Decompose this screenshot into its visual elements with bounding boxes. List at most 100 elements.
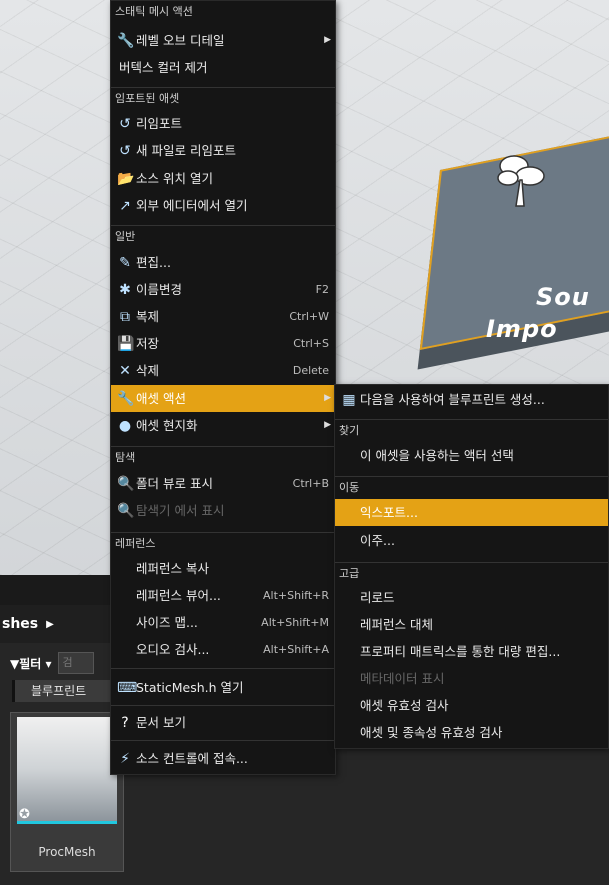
menu-item-source-control[interactable]: ⚡ 소스 컨트롤에 접속... <box>111 745 335 772</box>
menu-item-show-in-explorer[interactable]: 🔍 탐색기 에서 표시 <box>111 497 335 524</box>
shortcut-label: Delete <box>292 364 329 377</box>
menu-item-label: 편집... <box>136 255 171 270</box>
menu-divider <box>111 740 335 741</box>
shortcut-label: Alt+Shift+R <box>263 589 329 602</box>
plane-text-line2: Impo <box>486 315 558 343</box>
breadcrumb-folder[interactable]: shes <box>2 616 38 632</box>
filter-button[interactable]: ▼필터 ▾ <box>10 655 52 672</box>
menu-item-label: 버텍스 컬러 제거 <box>119 60 208 75</box>
menu-item-label: 익스포트... <box>360 505 418 520</box>
menu-item-audit[interactable]: 오디오 검사... Alt+Shift+A <box>111 636 335 663</box>
section-header-explore: 탐색 <box>111 446 335 469</box>
menu-item-edit[interactable]: ✎ 편집... <box>111 249 335 276</box>
menu-item-remove-vertex-colors[interactable]: 버텍스 컬러 제거 <box>111 54 335 81</box>
star-badge-icon: ✪ <box>19 807 30 822</box>
menu-item-asset-actions[interactable]: 🔧 애셋 액션 ▶ <box>111 385 335 412</box>
menu-item-label: 탐색기 에서 표시 <box>136 503 225 518</box>
section-header-advanced: 고급 <box>335 562 608 585</box>
wrench-icon: 🔧 <box>117 33 135 49</box>
filter-label: 필터 <box>19 656 42 671</box>
submenu-arrow-icon: ▶ <box>324 420 331 430</box>
menu-item-label: 프로퍼티 매트릭스를 통한 대량 편집... <box>360 644 561 659</box>
shortcut-label: Ctrl+S <box>293 337 329 350</box>
delete-icon: ✕ <box>119 363 131 379</box>
menu-item-select-actors-using[interactable]: 이 애셋을 사용하는 액터 선택 <box>335 442 608 469</box>
blueprint-icon: ▦ <box>342 392 356 408</box>
shortcut-label: Ctrl+W <box>289 310 329 323</box>
asset-thumbnail <box>17 717 117 824</box>
tree-actor-icon[interactable] <box>494 150 548 216</box>
menu-item-duplicate[interactable]: ⧉ 복제 Ctrl+W <box>111 303 335 330</box>
help-icon: ? <box>121 715 129 731</box>
menu-item-documentation[interactable]: ? 문서 보기 <box>111 709 335 736</box>
menu-item-reimport[interactable]: ↺ 리임포트 <box>111 110 335 137</box>
menu-item-label: StaticMesh.h 열기 <box>136 680 244 695</box>
menu-divider <box>111 668 335 669</box>
chevron-right-icon[interactable]: ▶ <box>46 619 54 630</box>
shortcut-label: F2 <box>315 283 329 296</box>
menu-item-open-external-editor[interactable]: ↗ 외부 에디터에서 열기 <box>111 192 335 219</box>
menu-item-show-metadata[interactable]: 메타데이터 표시 <box>335 665 608 692</box>
menu-item-reload[interactable]: 리로드 <box>335 584 608 611</box>
section-header-common: 일반 <box>111 225 335 248</box>
menu-item-open-header[interactable]: ⌨ StaticMesh.h 열기 <box>111 674 335 701</box>
search-icon: 🔍 <box>117 503 135 519</box>
menu-item-save[interactable]: 💾 저장 Ctrl+S <box>111 330 335 357</box>
external-editor-icon: ↗ <box>119 198 131 214</box>
menu-item-label: 레퍼런스 복사 <box>136 561 209 576</box>
menu-item-replace-references[interactable]: 레퍼런스 대체 <box>335 611 608 638</box>
submenu-arrow-icon: ▶ <box>324 35 331 45</box>
code-icon: ⌨ <box>117 680 138 696</box>
menu-item-open-source-location[interactable]: 📂 소스 위치 열기 <box>111 165 335 192</box>
menu-item-export[interactable]: 익스포트... <box>335 499 608 526</box>
menu-item-label: 폴더 뷰로 표시 <box>136 476 213 491</box>
menu-item-label: 애셋 유효성 검사 <box>360 698 449 713</box>
section-header-static-mesh: 스태틱 메시 액션 <box>115 5 193 18</box>
filter-row: ▼필터 ▾ 검 <box>10 652 94 674</box>
section-header-move: 이동 <box>335 476 608 499</box>
plane-text-line1: Sou <box>536 283 590 311</box>
filter-icon: ▼ <box>10 656 20 671</box>
menu-item-label: 레퍼런스 뷰어... <box>136 588 221 603</box>
asset-actions-submenu: ▦ 다음을 사용하여 블루프린트 생성... 찾기 이 애셋을 사용하는 액터 … <box>334 384 609 749</box>
menu-item-label: 소스 컨트롤에 접속... <box>136 751 248 766</box>
menu-item-delete[interactable]: ✕ 삭제 Delete <box>111 357 335 384</box>
menu-item-create-blueprint[interactable]: ▦ 다음을 사용하여 블루프린트 생성... <box>335 386 608 413</box>
menu-item-bulk-edit-property-matrix[interactable]: 프로퍼티 매트릭스를 통한 대량 편집... <box>335 638 608 665</box>
search-input[interactable]: 검 <box>57 652 94 674</box>
shortcut-label: Alt+Shift+A <box>263 643 329 656</box>
menu-item-reimport-new-file[interactable]: ↺ 새 파일로 리임포트 <box>111 137 335 164</box>
menu-item-label: 애셋 현지화 <box>136 418 198 433</box>
menu-item-label: 리임포트 <box>136 116 183 131</box>
menu-item-label: 이주... <box>360 533 395 548</box>
menu-item-label: 삭제 <box>136 363 160 378</box>
reimport-icon: ↺ <box>119 116 131 132</box>
menu-item-label: 저장 <box>136 336 160 351</box>
asset-name: ProcMesh <box>38 845 96 859</box>
globe-icon: ● <box>118 418 132 434</box>
menu-item-label: 다음을 사용하여 블루프린트 생성... <box>360 392 545 407</box>
menu-item-label: 리로드 <box>360 590 395 605</box>
shortcut-label: Alt+Shift+M <box>261 616 329 629</box>
menu-item-validate-assets[interactable]: 애셋 유효성 검사 <box>335 692 608 719</box>
menu-item-show-in-folder-view[interactable]: 🔍 폴더 뷰로 표시 Ctrl+B <box>111 470 335 497</box>
menu-item-migrate[interactable]: 이주... <box>335 527 608 554</box>
menu-item-validate-assets-dependencies[interactable]: 애셋 및 종속성 유효성 검사 <box>335 719 608 746</box>
blueprint-filter-tag[interactable]: 블루프린트 <box>12 680 122 702</box>
menu-item-label: 문서 보기 <box>136 715 186 730</box>
submenu-arrow-icon: ▶ <box>324 393 331 403</box>
menu-item-label: 메타데이터 표시 <box>360 671 445 686</box>
menu-item-reference-viewer[interactable]: 레퍼런스 뷰어... Alt+Shift+R <box>111 582 335 609</box>
edit-icon: ✎ <box>119 255 131 271</box>
menu-item-label: 복제 <box>136 309 160 324</box>
section-header-find: 찾기 <box>335 419 608 442</box>
menu-item-label: 외부 에디터에서 열기 <box>136 198 248 213</box>
asset-tile[interactable]: ✪ ProcMesh <box>10 712 124 872</box>
menu-item-label: 이름변경 <box>136 282 183 297</box>
menu-item-asset-localization[interactable]: ● 애셋 현지화 ▶ <box>111 412 335 439</box>
menu-item-copy-reference[interactable]: 레퍼런스 복사 <box>111 555 335 582</box>
reimport-icon: ↺ <box>119 143 131 159</box>
menu-item-rename[interactable]: ✱ 이름변경 F2 <box>111 276 335 303</box>
menu-item-lod[interactable]: 🔧 레벨 오브 디테일 ▶ <box>111 27 335 54</box>
menu-item-size-map[interactable]: 사이즈 맵... Alt+Shift+M <box>111 609 335 636</box>
